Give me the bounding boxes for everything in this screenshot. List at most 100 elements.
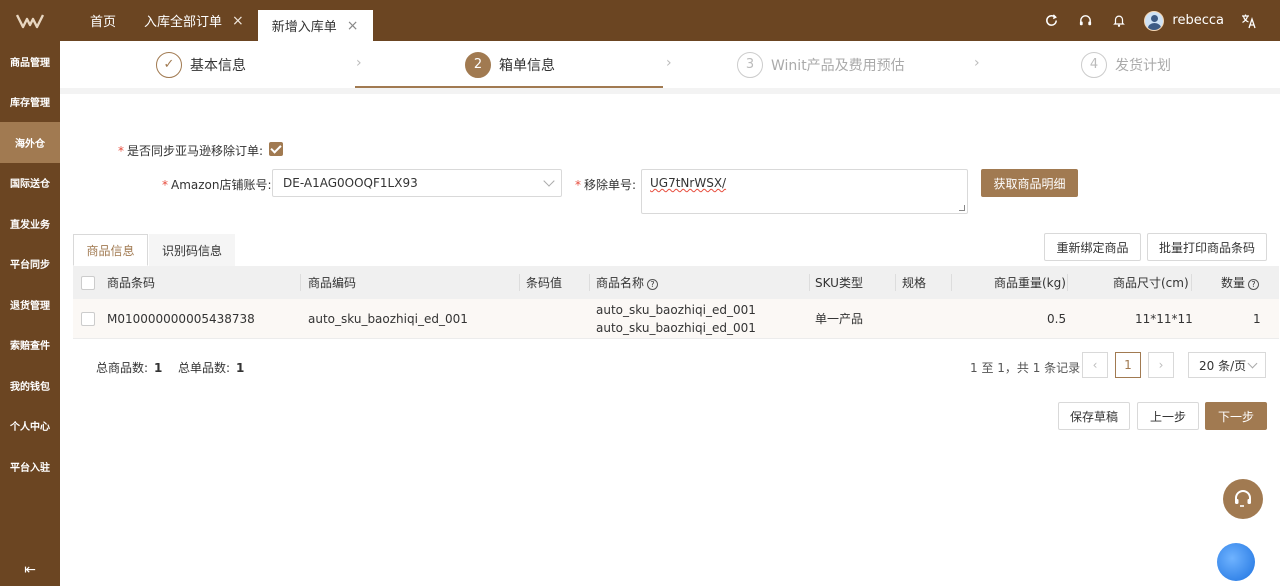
step-number: 3 (737, 51, 763, 78)
sidebar-item-inventory-mgmt[interactable]: 库存管理 (0, 82, 60, 123)
removal-number-label: * 移除单号: (575, 178, 637, 192)
assistant-globe-icon[interactable] (1217, 543, 1255, 581)
batch-print-barcode-button[interactable]: 批量打印商品条码 (1147, 233, 1267, 261)
check-icon: ✓ (156, 51, 182, 78)
sidebar-item-platform-onboarding[interactable]: 平台入驻 (0, 446, 60, 487)
column-divider (300, 274, 301, 291)
table-header: 商品条码 商品编码 条码值 商品名称? SKU类型 规格 商品重量(kg) 商品… (73, 266, 1279, 299)
chevron-down-icon (1247, 358, 1258, 369)
column-divider (519, 274, 520, 291)
page-number-button[interactable]: 1 (1115, 352, 1141, 378)
header-sku-type: SKU类型 (815, 276, 863, 290)
step-number: 2 (465, 51, 491, 78)
header-barcode: 商品条码 (107, 276, 156, 290)
fetch-product-details-button[interactable]: 获取商品明细 (981, 169, 1078, 197)
step-shipping-plan[interactable]: 4 发货计划 (1081, 41, 1171, 88)
removal-number-value: UG7tNrWSX/ (650, 176, 727, 190)
column-divider (1067, 274, 1068, 291)
page-size-select[interactable]: 20 条/页 (1188, 352, 1266, 378)
tab-new-inbound-label: 新增入库单 (271, 20, 337, 35)
amazon-store-select[interactable]: DE-A1AG0OOQF1LX93 (272, 169, 562, 197)
cell-product-name: auto_sku_baozhiqi_ed_001 auto_sku_baozhi… (596, 303, 756, 335)
bell-icon[interactable] (1110, 12, 1128, 30)
tab-home[interactable]: 首页 (76, 0, 130, 41)
pagination-summary: 1 至 1，共 1 条记录 (970, 361, 1081, 375)
step-packing-info[interactable]: 2 箱单信息 (465, 41, 555, 88)
sidebar-item-label: 退货管理 (10, 300, 50, 312)
chevron-right-icon: › (356, 55, 362, 71)
refresh-icon[interactable] (1042, 12, 1060, 30)
chevron-down-icon (543, 175, 555, 187)
rebind-product-button[interactable]: 重新绑定商品 (1044, 233, 1141, 261)
translate-icon[interactable] (1240, 12, 1258, 30)
column-divider (1191, 274, 1192, 291)
header-spec: 规格 (902, 276, 927, 290)
previous-step-button[interactable]: 上一步 (1137, 402, 1199, 430)
chevron-right-icon: › (666, 55, 672, 71)
header-product-code: 商品编码 (308, 276, 357, 290)
sidebar-item-product-mgmt[interactable]: 商品管理 (0, 41, 60, 82)
sidebar-item-claims[interactable]: 索赔查件 (0, 325, 60, 366)
main-content: ✓ 基本信息 › 2 箱单信息 › 3 Winit产品及费用预估 › 4 发货计… (60, 41, 1280, 586)
save-draft-button[interactable]: 保存草稿 (1058, 402, 1130, 430)
headset-icon (1235, 490, 1251, 507)
table-row[interactable]: M010000000005438738 auto_sku_baozhiqi_ed… (73, 299, 1279, 339)
sidebar-item-label: 我的钱包 (10, 381, 50, 393)
row-checkbox[interactable] (81, 312, 95, 326)
help-icon: ? (647, 279, 659, 290)
next-page-button[interactable]: › (1148, 352, 1174, 378)
cell-barcode: M010000000005438738 (107, 311, 255, 326)
product-table: 商品条码 商品编码 条码值 商品名称? SKU类型 规格 商品重量(kg) 商品… (73, 266, 1279, 339)
removal-number-input[interactable]: UG7tNrWSX/ (641, 169, 968, 214)
sidebar-item-label: 库存管理 (10, 98, 50, 110)
header-size: 商品尺寸(cm) (1113, 276, 1189, 290)
sidebar-item-label: 索赔查件 (10, 341, 50, 353)
collapse-menu-icon[interactable]: ⇤ (0, 562, 60, 578)
sidebar-item-returns-mgmt[interactable]: 退货管理 (0, 284, 60, 325)
header-weight: 商品重量(kg) (994, 276, 1066, 290)
username[interactable]: rebecca (1172, 13, 1224, 28)
amazon-store-value: DE-A1AG0OOQF1LX93 (283, 176, 418, 190)
resize-handle[interactable] (959, 205, 965, 211)
step-basic-info[interactable]: ✓ 基本信息 (156, 41, 246, 88)
prev-page-button[interactable]: ‹ (1082, 352, 1108, 378)
cell-weight: 0.5 (1047, 311, 1067, 326)
chevron-right-icon: › (974, 55, 980, 71)
sidebar-item-direct-business[interactable]: 直发业务 (0, 203, 60, 244)
close-icon[interactable]: × (347, 18, 359, 34)
step-label: 基本信息 (190, 57, 246, 74)
step-winit-product[interactable]: 3 Winit产品及费用预估 (737, 41, 905, 88)
tab-new-inbound[interactable]: 新增入库单 × (257, 10, 373, 41)
cell-size: 11*11*11 (1135, 311, 1193, 326)
total-single-count: 总单品数: 1 (178, 361, 245, 375)
select-all-checkbox[interactable] (81, 276, 95, 290)
step-label: 发货计划 (1115, 57, 1171, 74)
sidebar-item-label: 个人中心 (10, 422, 50, 434)
winit-logo[interactable] (0, 0, 60, 41)
sidebar-item-wallet[interactable]: 我的钱包 (0, 365, 60, 406)
cell-quantity: 1 (1253, 311, 1261, 326)
sidebar-item-label: 直发业务 (10, 219, 50, 231)
column-divider (809, 274, 810, 291)
sidebar-item-personal-center[interactable]: 个人中心 (0, 406, 60, 447)
header-product-name: 商品名称? (596, 274, 659, 291)
cell-sku-type: 单一产品 (815, 312, 864, 326)
tab-identifier-info[interactable]: 识别码信息 (149, 234, 235, 266)
tab-inbound-orders[interactable]: 入库全部订单 × (130, 0, 258, 41)
total-goods-count: 总商品数: 1 (96, 361, 163, 375)
page-tabs: 首页 入库全部订单 × 新增入库单 × (76, 0, 373, 41)
next-step-button[interactable]: 下一步 (1205, 402, 1267, 430)
header-barcode-value: 条码值 (526, 276, 563, 290)
avatar[interactable] (1144, 10, 1165, 31)
headset-icon[interactable] (1076, 12, 1094, 30)
sidebar-item-intl-delivery[interactable]: 国际送仓 (0, 163, 60, 204)
step-label: 箱单信息 (499, 57, 555, 74)
customer-service-button[interactable] (1223, 479, 1263, 519)
sidebar-item-platform-sync[interactable]: 平台同步 (0, 244, 60, 285)
top-bar: 首页 入库全部订单 × 新增入库单 × rebecca (0, 0, 1280, 41)
sidebar-item-overseas-warehouse[interactable]: 海外仓 (0, 122, 60, 163)
top-right-tools: rebecca (1026, 0, 1280, 41)
tab-product-info[interactable]: 商品信息 (73, 234, 148, 266)
sync-amazon-checkbox[interactable] (269, 142, 283, 156)
close-icon[interactable]: × (232, 13, 244, 29)
